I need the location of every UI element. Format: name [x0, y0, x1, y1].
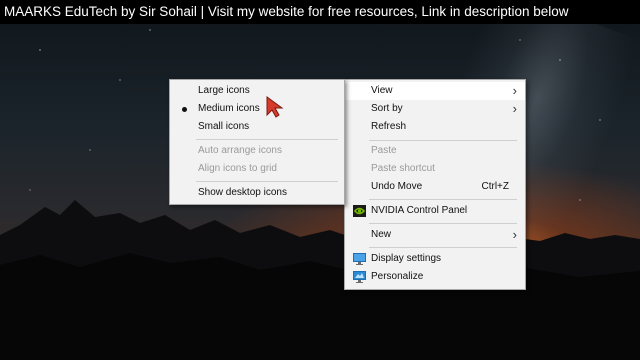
menu-item-nvidia-control-panel[interactable]: NVIDIA Control Panel	[345, 202, 525, 220]
menu-item-label: Undo Move	[371, 181, 423, 192]
selected-bullet-icon	[182, 107, 187, 112]
menu-separator	[196, 181, 338, 182]
nvidia-icon	[353, 205, 366, 217]
menu-separator	[196, 139, 338, 140]
menu-item-label: Large icons	[198, 85, 250, 96]
submenu-item-auto-arrange-icons[interactable]: Auto arrange icons	[170, 142, 344, 160]
menu-item-paste-shortcut[interactable]: Paste shortcut	[345, 160, 525, 178]
menu-item-label: Sort by	[371, 103, 403, 114]
menu-item-paste[interactable]: Paste	[345, 142, 525, 160]
menu-item-label: Personalize	[371, 271, 424, 282]
submenu-item-align-icons-to-grid[interactable]: Align icons to grid	[170, 160, 344, 178]
menu-item-label: Auto arrange icons	[198, 145, 282, 156]
submenu-item-medium-icons[interactable]: Medium icons	[170, 100, 344, 118]
menu-item-display-settings[interactable]: Display settings	[345, 250, 525, 268]
menu-item-refresh[interactable]: Refresh	[345, 118, 525, 136]
menu-item-sort-by[interactable]: Sort by ›	[345, 100, 525, 118]
personalize-icon	[353, 271, 366, 283]
menu-separator	[369, 223, 517, 224]
video-banner: MAARKS EduTech by Sir Sohail | Visit my …	[0, 0, 640, 24]
desktop-context-menu: View › Sort by › Refresh Paste Paste sho…	[344, 79, 526, 290]
menu-item-new[interactable]: New ›	[345, 226, 525, 244]
menu-item-view[interactable]: View ›	[345, 82, 525, 100]
menu-item-undo-move[interactable]: Undo Move Ctrl+Z	[345, 178, 525, 196]
submenu-item-show-desktop-icons[interactable]: Show desktop icons	[170, 184, 344, 202]
menu-item-label: View	[371, 85, 393, 96]
chevron-right-icon: ›	[512, 227, 517, 242]
menu-separator	[369, 199, 517, 200]
chevron-right-icon: ›	[512, 83, 517, 98]
menu-item-label: Align icons to grid	[198, 163, 277, 174]
menu-item-label: Medium icons	[198, 103, 260, 114]
menu-item-personalize[interactable]: Personalize	[345, 268, 525, 286]
menu-separator	[369, 140, 517, 141]
submenu-item-large-icons[interactable]: Large icons	[170, 82, 344, 100]
submenu-item-small-icons[interactable]: Small icons	[170, 118, 344, 136]
menu-item-label: Refresh	[371, 121, 407, 132]
menu-separator	[369, 247, 517, 248]
view-submenu: Large icons Medium icons Small icons Aut…	[169, 79, 345, 205]
menu-item-label: Small icons	[198, 121, 250, 132]
menu-item-label: New	[371, 229, 392, 240]
menu-item-label: Show desktop icons	[198, 187, 287, 198]
mouse-pointer-icon	[266, 96, 284, 118]
menu-item-label: Paste	[371, 145, 397, 156]
menu-item-label: Paste shortcut	[371, 163, 435, 174]
menu-item-label: Display settings	[371, 253, 442, 264]
chevron-right-icon: ›	[512, 101, 517, 116]
display-icon	[353, 253, 366, 265]
menu-item-label: NVIDIA Control Panel	[371, 205, 468, 216]
mountain-silhouette	[0, 200, 640, 360]
shortcut-label: Ctrl+Z	[481, 181, 510, 192]
